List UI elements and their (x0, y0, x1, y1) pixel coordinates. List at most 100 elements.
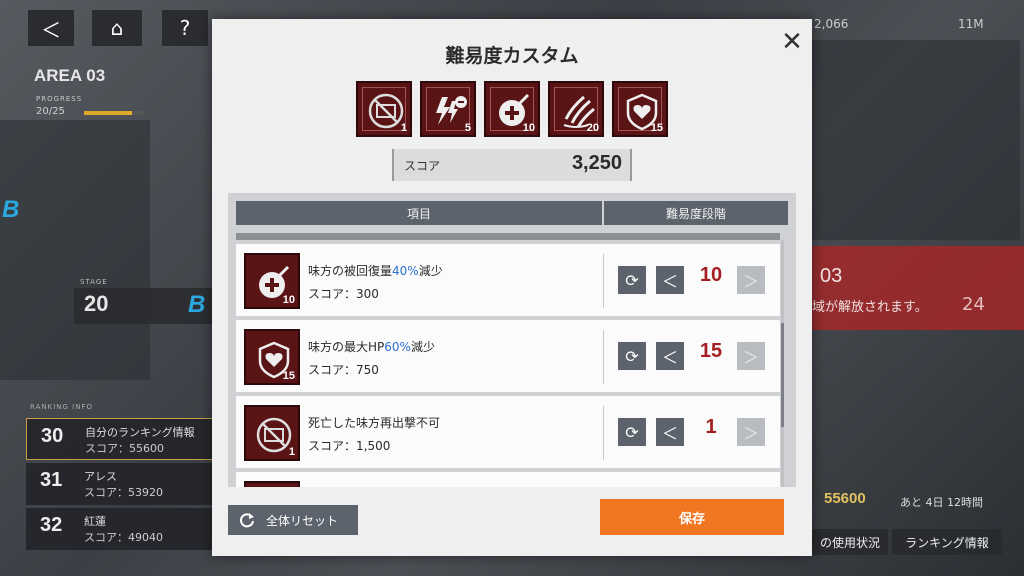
row-icon: 15 (244, 329, 300, 385)
level-decrease-button[interactable]: ＜ (656, 342, 684, 370)
refresh-icon: ⟳ (625, 422, 639, 442)
row-icon: 1 (244, 405, 300, 461)
modifier-count: 1 (400, 122, 407, 134)
banner-side: 24 (962, 294, 985, 315)
list-top-bar (236, 233, 780, 240)
back-icon: ＜ (41, 17, 61, 42)
ranking-info-tab[interactable]: ランキング情報 (892, 529, 1002, 555)
row-icon-count: 15 (282, 370, 295, 382)
refresh-icon: ⟳ (625, 346, 639, 366)
modifier-count: 20 (586, 122, 599, 134)
unlock-banner (812, 246, 1024, 330)
chevron-left-icon: ＜ (661, 348, 678, 367)
area-name: AREA 03 (34, 66, 106, 85)
rank-name: 紅蓮 (84, 515, 106, 528)
rank-score: スコア：49040 (84, 531, 163, 544)
currency-2: 11M (958, 17, 984, 31)
ranking-row[interactable]: 31 アレス スコア：53920 (26, 463, 216, 505)
level-increase-button[interactable]: ＞ (737, 342, 765, 370)
modifier-no-redeploy[interactable]: 1 (356, 81, 412, 137)
row-icon: 10 (244, 253, 300, 309)
rank-number: 32 (40, 514, 63, 536)
row-divider (603, 406, 604, 460)
stage-b-mark: B (188, 291, 206, 318)
modifier-list[interactable]: 10 味方の被回復量40%減少 スコア：300 ⟳ ＜ 10 ＞ 15 味方の最… (236, 240, 780, 487)
modifier-table: 項目 難易度段階 10 味方の被回復量40%減少 スコア：300 ⟳ ＜ 10 … (228, 193, 796, 487)
modifier-count: 15 (650, 122, 663, 134)
save-button[interactable]: 保存 (600, 499, 784, 535)
modifier-energy-down[interactable]: 5 (420, 81, 476, 137)
ranking-label: RANKING INFO (30, 403, 93, 411)
list-item (236, 472, 780, 487)
row-text-before: 味方の被回復量 (308, 264, 393, 278)
ranking-row[interactable]: 30 自分のランキング情報 スコア：55600 (26, 418, 216, 460)
rank-number: 30 (41, 425, 64, 447)
rank-score: スコア：55600 (85, 442, 164, 455)
row-text-before: 死亡した味方再出撃不可 (308, 416, 441, 430)
dialog-title: 難易度カスタム (445, 45, 579, 67)
difficulty-custom-dialog: 難易度カスタム ✕ 1 5 10 20 15 スコア 3,250 項目 難易度段… (212, 19, 812, 556)
rank-name: アレス (84, 470, 117, 483)
back-button[interactable]: ＜ (28, 10, 74, 46)
progress-bar-fill (84, 111, 132, 115)
currency-1: 2,066 (814, 17, 849, 31)
chevron-left-icon: ＜ (661, 424, 678, 443)
row-icon (244, 481, 300, 487)
level-value: 1 (705, 416, 717, 438)
row-icon-count: 1 (288, 446, 295, 458)
level-increase-button[interactable]: ＞ (737, 266, 765, 294)
refresh-icon (240, 513, 254, 528)
home-button[interactable]: ⌂ (92, 10, 142, 46)
row-score: スコア：750 (308, 363, 379, 377)
modifier-count: 10 (522, 122, 535, 134)
modifier-count: 5 (464, 122, 471, 134)
reset-all-button[interactable]: 全体リセット (228, 505, 358, 535)
modifier-claw[interactable]: 20 (548, 81, 604, 137)
stage-label: STAGE (80, 278, 108, 286)
row-description: 味方の被回復量40%減少 (308, 262, 443, 279)
close-button[interactable]: ✕ (778, 29, 806, 57)
modifier-maxhp-down[interactable]: 15 (612, 81, 668, 137)
chevron-right-icon: ＞ (742, 424, 759, 443)
level-decrease-button[interactable]: ＜ (656, 266, 684, 294)
row-divider (603, 254, 604, 308)
row-score: スコア：1,500 (308, 439, 391, 453)
row-divider (603, 330, 604, 384)
help-button[interactable]: ? (162, 10, 208, 46)
side-b-mark: B (2, 196, 20, 223)
rank-number: 31 (40, 469, 63, 491)
home-icon: ⌂ (110, 16, 124, 40)
chevron-left-icon: ＜ (661, 272, 678, 291)
row-reset-button[interactable]: ⟳ (618, 266, 646, 294)
progress-bar (84, 111, 144, 115)
reset-all-label: 全体リセット (266, 513, 339, 528)
row-highlight: 40% (392, 264, 419, 278)
level-decrease-button[interactable]: ＜ (656, 418, 684, 446)
header-item: 項目 (236, 201, 602, 225)
modifier-heal-down[interactable]: 10 (484, 81, 540, 137)
score-label: スコア (404, 159, 441, 173)
list-item: 15 味方の最大HP60%減少 スコア：750 ⟳ ＜ 15 ＞ (236, 320, 780, 392)
usage-tab[interactable]: の使用状況 (812, 529, 888, 555)
row-description: 味方の最大HP60%減少 (308, 338, 435, 355)
remaining-time: あと 4日 12時間 (900, 496, 983, 509)
rank-name: 自分のランキング情報 (85, 426, 195, 439)
refresh-icon: ⟳ (625, 270, 639, 290)
stage-number: 20 (84, 291, 109, 316)
progress-text: 20/25 (36, 106, 65, 117)
close-icon: ✕ (781, 27, 803, 57)
chevron-right-icon: ＞ (742, 272, 759, 291)
row-text-after: 減少 (418, 264, 443, 278)
list-item: 1 死亡した味方再出撃不可 スコア：1,500 ⟳ ＜ 1 ＞ (236, 396, 780, 468)
progress-label: PROGRESS (36, 95, 83, 103)
row-description: 死亡した味方再出撃不可 (308, 414, 440, 431)
ranking-row[interactable]: 32 紅蓮 スコア：49040 (26, 508, 216, 550)
row-reset-button[interactable]: ⟳ (618, 418, 646, 446)
row-reset-button[interactable]: ⟳ (618, 342, 646, 370)
rank-score: スコア：53920 (84, 486, 163, 499)
scrollbar-thumb[interactable] (781, 323, 784, 427)
chevron-right-icon: ＞ (742, 348, 759, 367)
level-increase-button[interactable]: ＞ (737, 418, 765, 446)
row-text-before: 味方の最大HP (308, 340, 385, 354)
row-highlight: 60% (384, 340, 411, 354)
